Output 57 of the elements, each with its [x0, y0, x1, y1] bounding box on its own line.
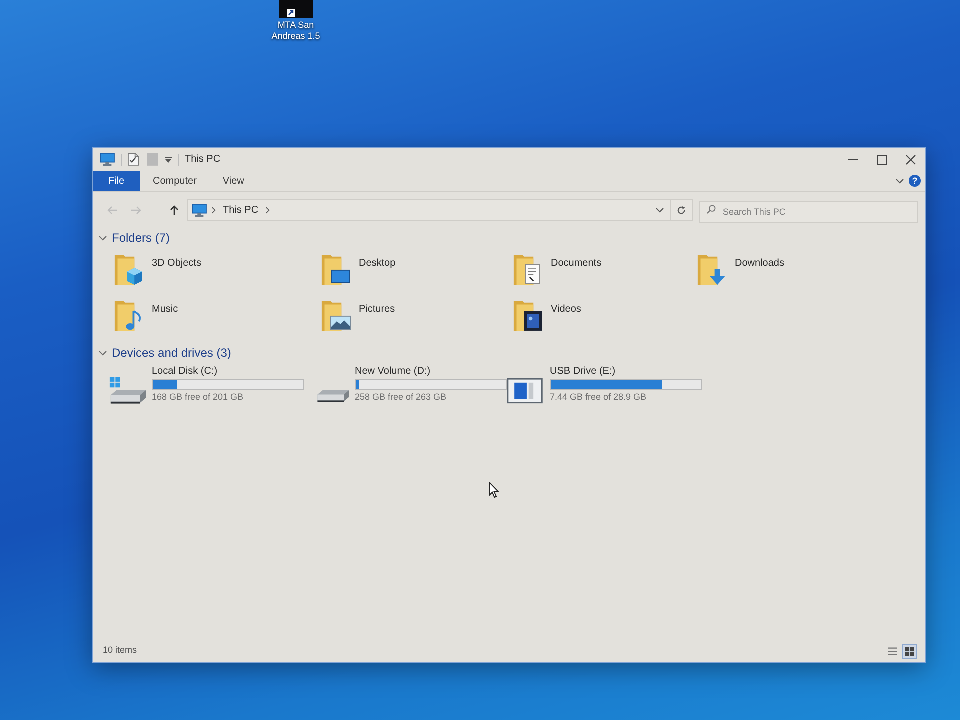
page-check-icon[interactable]: [128, 153, 139, 166]
tile-icon[interactable]: [147, 153, 158, 166]
ribbon-tab[interactable]: Computer: [140, 171, 210, 191]
arrow-up-icon: [170, 204, 178, 216]
folder-name[interactable]: 3D Objects: [152, 256, 202, 271]
minimize-icon: [848, 159, 858, 160]
free-space-text: 168 GB free of 201 GB: [152, 392, 245, 403]
folder-music-icon[interactable]: [114, 299, 144, 332]
app-shortcut-icon[interactable]: [279, 0, 313, 18]
folder-name[interactable]: Downloads: [735, 256, 784, 271]
folder-document-icon[interactable]: [513, 253, 543, 286]
breadcrumb-item[interactable]: This PC: [221, 202, 261, 218]
chevron-right-icon: [266, 206, 270, 214]
item-count: 10 items: [103, 644, 138, 658]
address-bar[interactable]: This PC: [187, 199, 671, 221]
system-drive-icon[interactable]: [109, 376, 147, 405]
folder-name[interactable]: Music: [152, 302, 178, 317]
computer-icon: [100, 153, 115, 166]
ribbon-tab[interactable]: View: [210, 171, 258, 191]
chevron-right-icon: [212, 206, 216, 214]
chevron-down-icon[interactable]: [896, 178, 904, 184]
large-icons-view-icon: [905, 646, 914, 656]
folder-picture-icon[interactable]: [321, 299, 351, 332]
maximize-icon: [876, 154, 886, 164]
folder-screen-icon[interactable]: [321, 253, 351, 286]
removable-drive-icon[interactable]: [507, 376, 545, 405]
drive-name[interactable]: New Volume (D:): [355, 365, 507, 378]
free-space-text: 258 GB free of 263 GB: [355, 392, 448, 403]
shortcut-label[interactable]: MTA San Andreas 1.5: [270, 20, 322, 42]
search-field[interactable]: Search This PC: [699, 201, 918, 223]
caret-icon[interactable]: [165, 156, 172, 162]
chevron-down-icon[interactable]: [656, 208, 664, 212]
search-icon: [707, 205, 716, 214]
arrow-left-icon: [106, 206, 118, 214]
free-space-text: 7.44 GB free of 28.9 GB: [550, 392, 648, 403]
large-icons-view-button[interactable]: [902, 644, 917, 658]
window-title: This PC: [185, 153, 221, 167]
folder-cube-icon[interactable]: [114, 253, 144, 286]
details-view-icon: [888, 646, 897, 656]
refresh-button[interactable]: [671, 199, 693, 221]
ribbon-tab[interactable]: File: [93, 171, 140, 191]
folder-name[interactable]: Pictures: [359, 302, 396, 317]
section-header[interactable]: Devices and drives (3): [97, 344, 232, 362]
close-icon: [906, 154, 916, 164]
drive-name[interactable]: Local Disk (C:): [152, 365, 304, 378]
mouse-pointer-icon: [489, 482, 499, 498]
section-header[interactable]: Folders (7): [97, 229, 170, 247]
folder-video-icon[interactable]: [513, 299, 543, 332]
refresh-icon: [677, 206, 686, 214]
folder-download-icon[interactable]: [697, 253, 727, 286]
folder-name[interactable]: Documents: [551, 256, 602, 271]
computer-icon: [192, 204, 207, 216]
folder-name[interactable]: Desktop: [359, 256, 396, 271]
drive-name[interactable]: USB Drive (E:): [550, 365, 702, 378]
help-button[interactable]: ?: [909, 175, 921, 187]
arrow-right-icon: [130, 206, 142, 214]
folder-name[interactable]: Videos: [551, 302, 582, 317]
